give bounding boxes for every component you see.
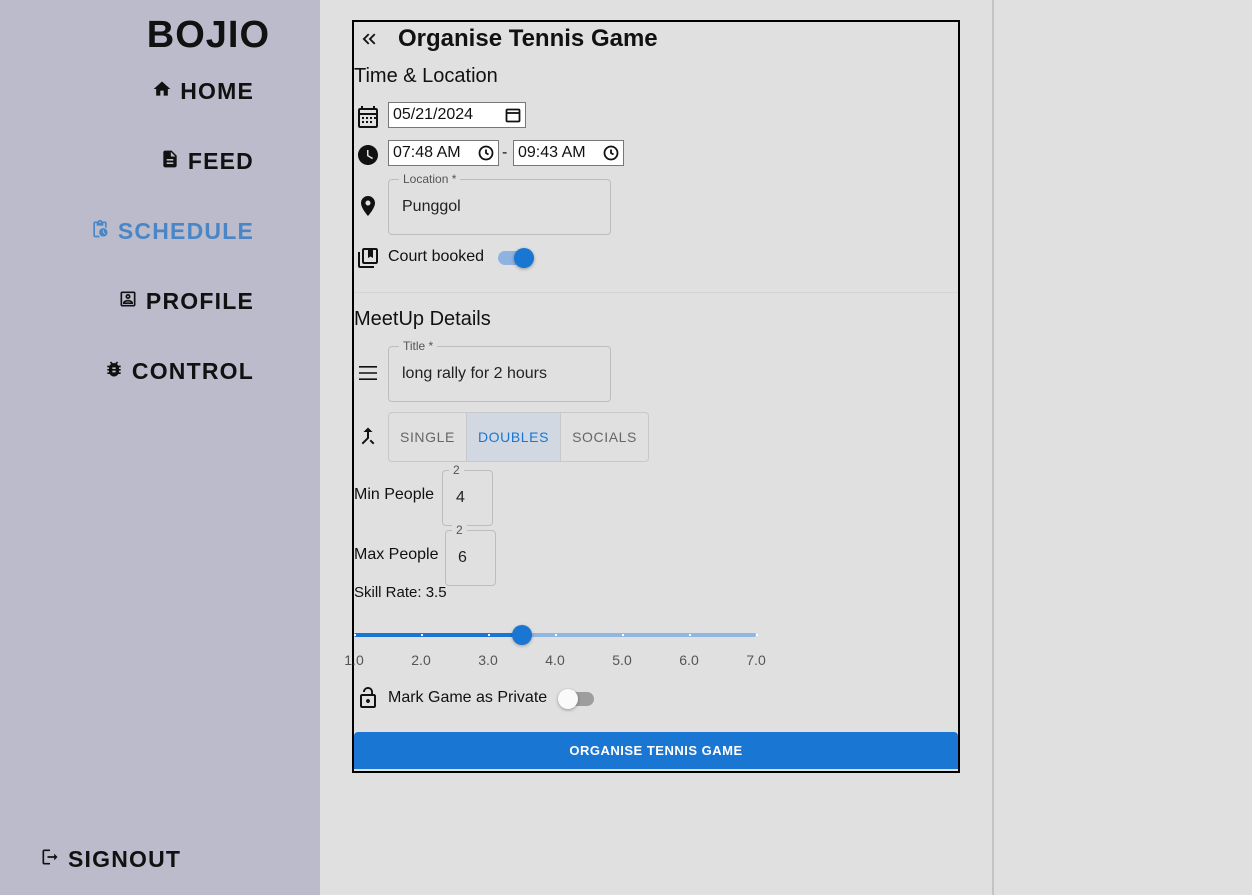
sidebar: BOJIO HOME FEED SCHEDULE PROFILE CONTROL… [0, 0, 320, 895]
signout-button[interactable]: SIGNOUT [40, 846, 181, 873]
app-logo[interactable]: BOJIO [147, 14, 270, 57]
court-booked-switch[interactable] [496, 247, 534, 269]
back-button[interactable] [358, 28, 380, 50]
content-divider [992, 0, 994, 895]
toggle-doubles[interactable]: DOUBLES [466, 413, 562, 461]
clock-icon [356, 143, 380, 167]
organise-game-button[interactable]: ORGANISE TENNIS GAME [354, 732, 958, 769]
time-picker-icon [478, 145, 494, 161]
calendar-picker-icon [505, 108, 521, 123]
home-icon [152, 78, 172, 105]
location-field[interactable]: Location * Punggol [388, 172, 611, 235]
organise-game-form: Organise Tennis Game Time & Location 05/… [344, 20, 960, 773]
court-booked-label: Court booked [388, 248, 485, 265]
slider-mark [354, 634, 356, 636]
slider-mark-label: 1.0 [344, 652, 364, 668]
double-chevron-left-icon [362, 33, 376, 45]
feed-icon [160, 148, 180, 175]
slider-mark-label: 2.0 [411, 652, 431, 668]
signout-label: SIGNOUT [68, 846, 182, 872]
time-picker-icon [603, 145, 619, 161]
bug-icon [104, 358, 124, 385]
slider-mark-label: 3.0 [478, 652, 498, 668]
slider-mark [421, 634, 423, 636]
time-separator: - [502, 144, 508, 161]
slider-thumb[interactable] [511, 625, 532, 645]
min-people-field[interactable]: 2 4 [442, 463, 493, 526]
start-time-input[interactable]: 07:48 AM [388, 140, 499, 166]
skill-rate-slider[interactable] [354, 625, 758, 645]
logout-icon [40, 846, 60, 873]
nav-item-control[interactable]: CONTROL [104, 354, 254, 388]
slider-mark-label: 7.0 [746, 652, 766, 668]
schedule-icon [90, 218, 110, 245]
page-title: Organise Tennis Game [398, 25, 658, 52]
slider-mark-label: 6.0 [679, 652, 699, 668]
section-divider [354, 292, 958, 293]
max-people-value: 6 [458, 549, 467, 566]
slider-mark [689, 634, 691, 636]
max-people-label: Max People [354, 546, 439, 563]
slider-mark-label: 4.0 [545, 652, 565, 668]
toggle-socials[interactable]: SOCIALS [561, 413, 648, 461]
merge-icon [356, 424, 380, 448]
slider-mark-label: 5.0 [612, 652, 632, 668]
date-input[interactable]: 05/21/2024 [388, 102, 526, 128]
skill-rate-marks: 1.0 2.0 3.0 4.0 5.0 6.0 7.0 [344, 652, 774, 670]
section-title-time-location: Time & Location [354, 65, 498, 87]
min-people-label: Min People [354, 486, 435, 503]
section-title-meetup: MeetUp Details [354, 308, 491, 330]
game-type-toggle-group: SINGLE DOUBLES SOCIALS [388, 412, 649, 462]
profile-icon [118, 288, 138, 315]
max-people-field[interactable]: 2 6 [445, 523, 496, 586]
slider-mark [756, 634, 758, 636]
min-people-value: 4 [456, 489, 465, 506]
nav-item-label: SCHEDULE [117, 217, 254, 244]
nav-item-label: CONTROL [131, 357, 254, 384]
menu-lines-icon [356, 361, 380, 385]
slider-mark [488, 634, 490, 636]
nav-item-label: HOME [180, 77, 254, 104]
toggle-single[interactable]: SINGLE [389, 413, 467, 461]
library-books-icon [356, 246, 380, 270]
end-time-input[interactable]: 09:43 AM [513, 140, 624, 166]
lock-open-icon [356, 686, 380, 710]
location-pin-icon [356, 194, 380, 218]
skill-rate-label: Skill Rate: 3.5 [354, 584, 447, 601]
slider-track-fill [354, 633, 522, 637]
title-value: long rally for 2 hours [402, 365, 547, 382]
nav-item-label: FEED [187, 147, 254, 174]
nav-item-feed[interactable]: FEED [160, 144, 254, 178]
nav-item-schedule[interactable]: SCHEDULE [90, 214, 254, 248]
private-switch[interactable] [558, 688, 596, 710]
title-field[interactable]: Title * long rally for 2 hours [388, 339, 611, 402]
nav-item-label: PROFILE [145, 287, 254, 314]
slider-mark [555, 634, 557, 636]
private-label: Mark Game as Private [388, 689, 548, 706]
slider-mark [622, 634, 624, 636]
nav-item-profile[interactable]: PROFILE [118, 284, 254, 318]
location-value: Punggol [402, 198, 461, 215]
calendar-icon [356, 105, 380, 129]
nav-item-home[interactable]: HOME [152, 74, 254, 108]
